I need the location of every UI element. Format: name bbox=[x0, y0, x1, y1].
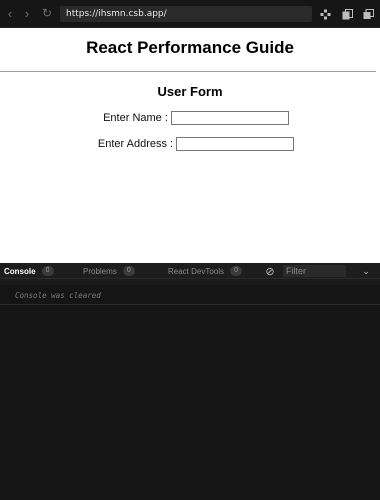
tab-console[interactable]: Console 0 bbox=[4, 265, 54, 277]
tab-problems[interactable]: Problems 0 bbox=[83, 265, 135, 277]
name-input[interactable] bbox=[170, 111, 289, 125]
title-divider bbox=[0, 71, 376, 72]
new-window-icon[interactable] bbox=[340, 7, 354, 21]
name-field-row: Enter Name : bbox=[6, 111, 380, 125]
form-title: User Form bbox=[157, 84, 223, 99]
new-window-glyph bbox=[342, 8, 353, 19]
address-input[interactable] bbox=[176, 137, 295, 151]
split-view-glyph bbox=[363, 8, 374, 19]
back-arrow-icon[interactable]: ‹ bbox=[3, 6, 17, 21]
url-input[interactable]: https://ihsmn.csb.app/ bbox=[60, 6, 312, 22]
console-message: Console was cleared bbox=[15, 291, 101, 300]
tab-console-count: 0 bbox=[41, 266, 54, 276]
devtools-glyph bbox=[320, 9, 330, 19]
split-view-icon[interactable] bbox=[361, 7, 375, 21]
tab-react-devtools-label: React DevTools bbox=[168, 266, 225, 276]
page-title: React Performance Guide bbox=[86, 38, 294, 57]
tab-problems-count: 0 bbox=[122, 266, 135, 276]
preview-pane: React Performance Guide User Form Enter … bbox=[0, 28, 380, 263]
name-label: Enter Name : bbox=[103, 112, 168, 124]
tab-react-devtools-count: 0 bbox=[230, 266, 243, 276]
console-message-divider bbox=[0, 304, 380, 305]
devtools-icon[interactable] bbox=[318, 7, 332, 21]
filter-input[interactable]: Filter bbox=[283, 265, 346, 277]
tab-console-label: Console bbox=[4, 266, 36, 276]
tab-problems-label: Problems bbox=[83, 266, 117, 276]
clear-console-icon[interactable]: ⊘ bbox=[264, 265, 276, 278]
forward-arrow-icon[interactable]: › bbox=[20, 6, 34, 21]
address-label: Enter Address : bbox=[97, 138, 174, 150]
refresh-icon[interactable]: ↻ bbox=[40, 6, 54, 20]
chevron-down-icon[interactable]: ⌄ bbox=[361, 266, 371, 276]
address-field-row: Enter Address : bbox=[6, 137, 380, 151]
console-panel: Console 0 Problems 0 React DevTools 0 ⊘ … bbox=[0, 263, 380, 500]
console-scroll-strip bbox=[0, 279, 380, 285]
console-tabbar: Console 0 Problems 0 React DevTools 0 ⊘ … bbox=[0, 263, 380, 279]
browser-toolbar: ‹ › ↻ https://ihsmn.csb.app/ bbox=[0, 0, 380, 28]
tab-react-devtools[interactable]: React DevTools 0 bbox=[168, 265, 243, 277]
